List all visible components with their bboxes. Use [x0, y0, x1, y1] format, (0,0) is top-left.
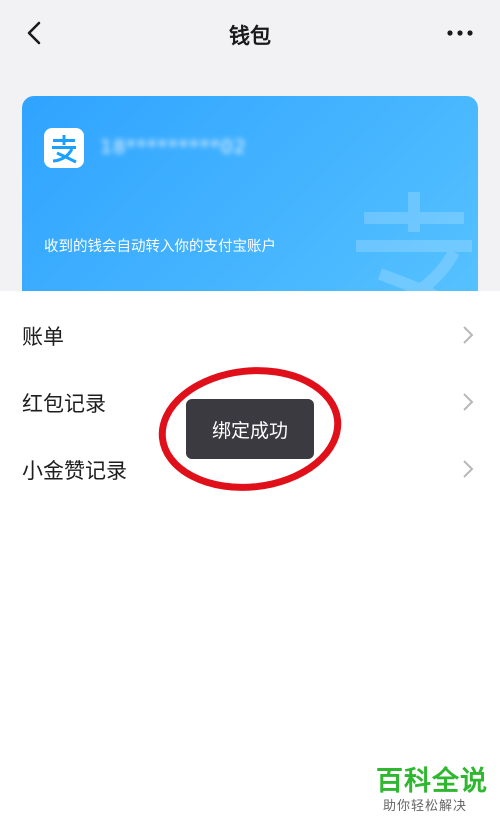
menu-item-label: 小金赞记录 [22, 459, 127, 483]
menu-item-label: 红包记录 [22, 392, 106, 416]
site-watermark-tagline: 助你轻松解决 [383, 799, 468, 814]
account-number: 18*********02 [100, 136, 247, 158]
wallet-card[interactable]: 18*********02 收到的钱会自动转入你的支付宝账户 [22, 96, 478, 291]
menu-item-label: 账单 [22, 325, 64, 349]
page-title: 钱包 [229, 24, 271, 48]
top-bar: 钱包 [0, 0, 500, 70]
alipay-watermark-icon [356, 192, 472, 291]
chevron-right-icon [463, 460, 474, 478]
alipay-logo-icon [44, 128, 84, 168]
annotation-circle [158, 367, 342, 491]
card-hint-text: 收到的钱会自动转入你的支付宝账户 [44, 239, 276, 255]
wallet-card-area: 18*********02 收到的钱会自动转入你的支付宝账户 [0, 96, 500, 291]
site-watermark-brand: 百科全说 [376, 766, 488, 797]
chevron-right-icon [463, 393, 474, 411]
chevron-right-icon [463, 326, 474, 344]
menu-item-bill[interactable]: 账单 [0, 301, 500, 368]
more-options-icon[interactable] [442, 18, 478, 48]
